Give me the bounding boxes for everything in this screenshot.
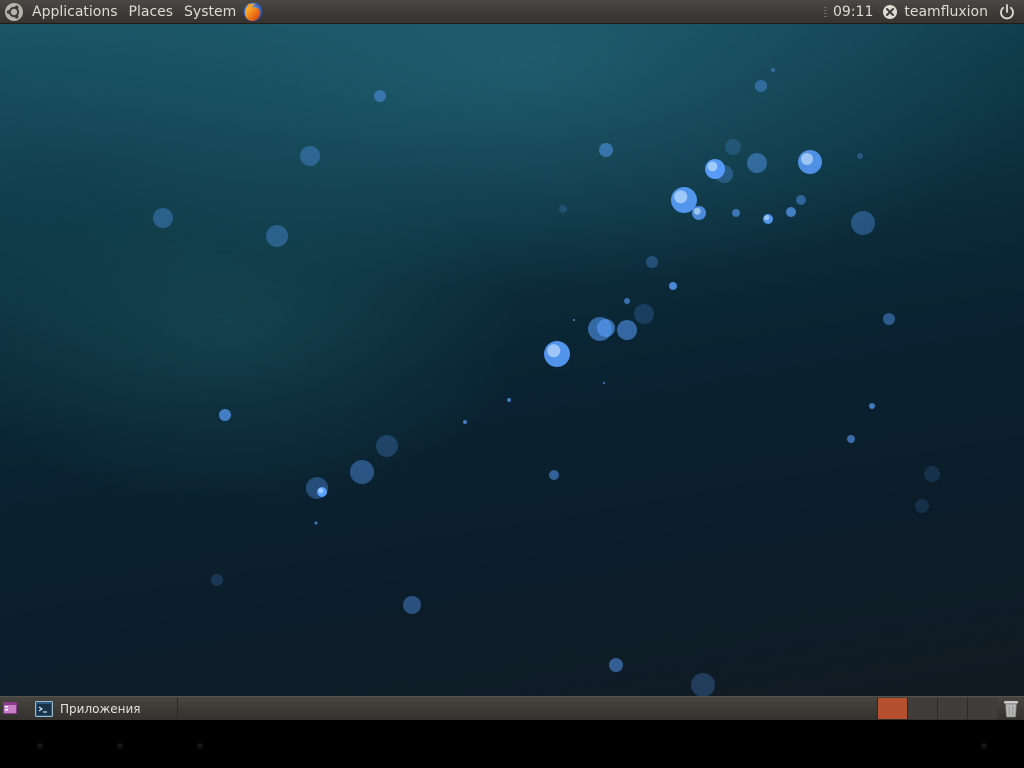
top-panel: Applications Places System 09:11 teamflu…	[0, 0, 1024, 24]
wallpaper-bubble	[747, 153, 767, 173]
workspace-2[interactable]	[907, 698, 937, 719]
bottom-panel: Приложения	[0, 696, 1024, 720]
wallpaper-bubble	[350, 460, 374, 484]
wallpaper-bubble-highlight	[547, 344, 561, 358]
firefox-icon[interactable]	[242, 1, 264, 23]
taskbar-window-label: Приложения	[60, 701, 141, 716]
taskbar-window-button[interactable]: Приложения	[30, 698, 178, 719]
wallpaper-bubble	[771, 68, 775, 72]
wallpaper-bubble	[857, 153, 863, 159]
strip-dot	[117, 743, 123, 749]
panel-handle	[824, 6, 828, 17]
indicator-area: 09:11 teamfluxion	[824, 0, 1024, 23]
wallpaper-bubble	[597, 319, 615, 337]
wallpaper-bubble	[847, 435, 855, 443]
wallpaper-bubble	[883, 313, 895, 325]
strip-dot	[981, 743, 987, 749]
wallpaper-bubble	[725, 139, 741, 155]
places-menu[interactable]: Places	[129, 4, 174, 20]
wallpaper-bubble	[796, 195, 806, 205]
strip-dot	[37, 743, 43, 749]
wallpaper-bubble	[507, 398, 511, 402]
wallpaper-bubble-highlight	[693, 207, 701, 215]
wallpaper-bubble	[755, 80, 767, 92]
wallpaper-bubble	[549, 470, 559, 480]
wallpaper-bubble-highlight	[801, 153, 813, 165]
wallpaper-bubble	[573, 319, 575, 321]
wallpaper-bubble	[715, 165, 733, 183]
wallpaper-bubble-highlight	[318, 488, 324, 494]
network-disconnected-icon[interactable]	[882, 4, 898, 20]
strip-dot	[197, 743, 203, 749]
desktop-wallpaper[interactable]	[0, 24, 1024, 696]
clock[interactable]: 09:11	[833, 4, 873, 20]
terminal-window-icon	[35, 700, 53, 717]
wallpaper-bubble	[915, 499, 929, 513]
wallpaper-bubble	[153, 208, 173, 228]
system-menu[interactable]: System	[184, 4, 236, 20]
workspace-1[interactable]	[877, 698, 907, 719]
show-desktop-icon[interactable]	[2, 700, 18, 716]
wallpaper-bubble	[634, 304, 654, 324]
wallpaper-bubble-highlight	[674, 190, 688, 204]
wallpaper-bubble	[691, 673, 715, 696]
username-menu[interactable]: teamfluxion	[904, 4, 988, 20]
wallpaper-bubble	[314, 521, 318, 525]
wallpaper-bubble	[851, 211, 875, 235]
wallpaper-bubble	[219, 409, 231, 421]
menu-bar: Applications Places System	[4, 0, 264, 23]
screen-bottom-strip	[0, 720, 1024, 768]
wallpaper-bubble	[559, 205, 567, 213]
wallpaper-bubble	[266, 225, 288, 247]
wallpaper-bubble	[211, 574, 223, 586]
wallpaper-bubbles	[153, 68, 940, 696]
workspace-3[interactable]	[937, 698, 967, 719]
ubuntu-logo-icon[interactable]	[4, 2, 24, 22]
wallpaper-bubble	[374, 90, 386, 102]
workspace-4[interactable]	[967, 698, 997, 719]
wallpaper-bubble	[786, 207, 796, 217]
trash-icon[interactable]	[1001, 698, 1021, 719]
wallpaper-bubble	[924, 466, 940, 482]
wallpaper-bubble	[603, 382, 605, 384]
wallpaper-bubble	[624, 298, 630, 304]
wallpaper-bubble	[646, 256, 658, 268]
applications-menu[interactable]: Applications	[32, 4, 118, 20]
wallpaper-bubble	[376, 435, 398, 457]
wallpaper-bubble	[403, 596, 421, 614]
wallpaper-bubble	[463, 420, 467, 424]
power-icon[interactable]	[998, 3, 1016, 21]
wallpaper-bubble	[869, 403, 875, 409]
wallpaper-bubble	[300, 146, 320, 166]
wallpaper-bubble-highlight	[764, 215, 770, 221]
wallpaper-bubble	[599, 143, 613, 157]
wallpaper-bubble	[669, 282, 677, 290]
wallpaper-bubble	[617, 320, 637, 340]
workspace-switcher	[877, 698, 997, 719]
wallpaper-bubble	[609, 658, 623, 672]
wallpaper-bubble	[732, 209, 740, 217]
screen: Applications Places System 09:11 teamflu…	[0, 0, 1024, 768]
